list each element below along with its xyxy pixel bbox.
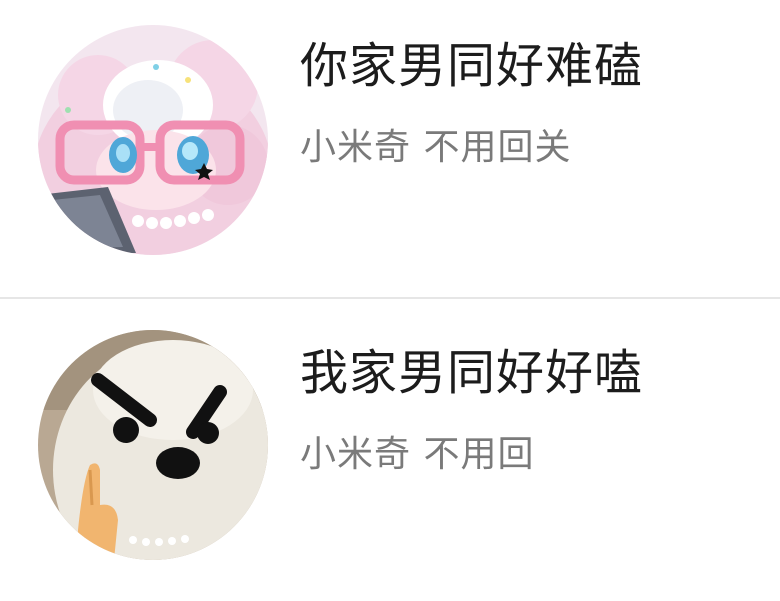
angry-plush-avatar-icon[interactable]	[38, 330, 268, 560]
conversation-list: 你家男同好难磕 小米奇 不用回关 我家男同好好嗑 小米奇 不用回	[0, 0, 780, 601]
conversation-title: 你家男同好难磕	[300, 38, 644, 94]
conversation-title: 我家男同好好嗑	[300, 345, 644, 401]
pink-plush-doll-avatar-icon[interactable]	[38, 25, 268, 255]
conversation-row[interactable]: 我家男同好好嗑 小米奇 不用回	[0, 299, 780, 597]
conversation-preview: 小米奇 不用回	[300, 434, 535, 475]
conversation-row[interactable]: 你家男同好难磕 小米奇 不用回关	[0, 0, 780, 298]
conversation-preview: 小米奇 不用回关	[300, 127, 572, 168]
